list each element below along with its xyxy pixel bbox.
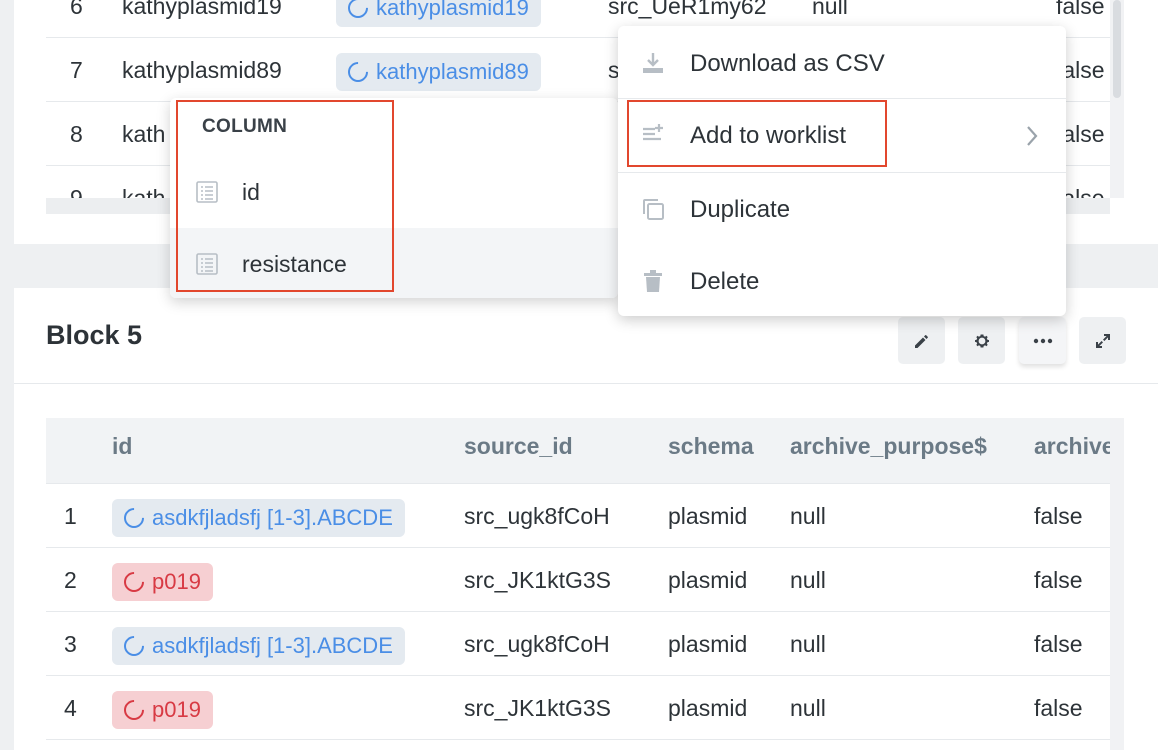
row-archive-purpose: null [790,567,826,593]
submenu-heading: COLUMN [202,116,288,137]
block-5-table: id source_id schema archive_purpose$ arc… [46,418,1110,750]
table-row[interactable]: 4 p019 src_JK1ktG3S plasmid null false [46,676,1110,740]
table-header: id source_id schema archive_purpose$ arc… [46,418,1110,484]
row-schema: plasmid [668,567,748,593]
row-archive-purpose: null [790,503,826,529]
menu-divider [618,172,1066,173]
row-number: 6 [70,0,83,19]
column-option-id[interactable]: id [170,156,618,228]
row-number: 3 [64,631,77,657]
column-option-resistance[interactable]: resistance [170,228,618,298]
row-name: kathyplasmid19 [122,0,282,19]
row-archive-purpose: null [790,631,826,657]
menu-item-label: Add to worklist [690,122,847,149]
row-archive: false [1034,695,1083,721]
gear-icon [974,334,989,347]
entity-chip-label: p019 [152,568,201,594]
block-title: Block 5 [46,320,143,350]
entity-ring-icon [343,57,373,87]
menu-item-duplicate[interactable]: Duplicate [618,174,1066,246]
column-header-archive-purpose[interactable]: archive_purpose$ [790,418,987,484]
list-icon [196,181,218,208]
menu-item-label: Download as CSV [690,50,885,77]
row-number: 9 [70,185,83,198]
menu-item-label: Delete [690,268,760,295]
row-number: 8 [70,121,83,147]
table-row[interactable]: 1 asdkfjladsfj [1-3].ABCDE src_ugk8fCoH … [46,484,1110,548]
list-icon [196,253,218,280]
row-number: 7 [70,57,83,83]
row-archive: false [1034,631,1083,657]
entity-chip-label: p019 [152,696,201,722]
menu-item-download-csv[interactable]: Download as CSV [618,28,1066,100]
entity-ring-icon [119,695,149,725]
row-source-id: src_JK1ktG3S [464,695,611,721]
edit-button[interactable] [898,317,945,364]
row-schema: plasmid [668,631,748,657]
row-archive: false [1034,503,1083,529]
column-header-schema[interactable]: schema [668,418,754,484]
more-options-button[interactable] [1019,317,1066,364]
entity-chip[interactable]: p019 [112,690,213,729]
column-header-source-id[interactable]: source_id [464,418,573,484]
row-archive: false [1034,567,1083,593]
column-header-id[interactable]: id [112,418,132,484]
vertical-scrollbar[interactable] [1110,0,1124,198]
entity-chip[interactable]: kathyplasmid19 [336,0,541,27]
entity-chip-label: asdkfjladsfj [1-3].ABCDE [152,632,393,658]
table-row[interactable]: 3 asdkfjladsfj [1-3].ABCDE src_ugk8fCoH … [46,612,1110,676]
entity-ring-icon [119,503,149,533]
entity-ring-icon [119,567,149,597]
row-schema: plasmid [668,695,748,721]
entity-ring-icon [119,631,149,661]
menu-item-label: Duplicate [690,196,791,223]
pencil-icon [914,334,928,348]
menu-item-add-to-worklist[interactable]: Add to worklist [618,100,1066,172]
entity-chip-label: kathyplasmid19 [376,0,529,20]
column-submenu: COLUMN id resistance [170,98,618,298]
row-source-id: src_ugk8fCoH [464,503,610,529]
row-number: 1 [64,503,77,529]
more-icon [1033,338,1052,343]
row-number: 4 [64,695,77,721]
menu-divider [618,98,1066,99]
menu-item-delete[interactable]: Delete [618,246,1066,318]
block-actions-menu: Download as CSV Add to worklist Duplicat… [618,26,1066,316]
row-archive-purpose: null [790,695,826,721]
column-option-label: id [242,179,260,205]
entity-chip[interactable]: kathyplasmid89 [336,52,541,91]
duplicate-icon [640,196,666,227]
row-schema: plasmid [668,503,748,529]
row-name: kathyplasmid89 [122,57,282,83]
chevron-right-icon [1024,124,1040,153]
block-5-card: Block 5 id source_id schema archive_purp… [14,288,1158,750]
entity-chip[interactable]: p019 [112,562,213,601]
column-option-label: resistance [242,251,347,277]
expand-icon [1095,333,1110,348]
expand-button[interactable] [1079,317,1126,364]
row-name: kath [122,121,166,147]
settings-button[interactable] [958,317,1005,364]
entity-ring-icon [343,0,373,23]
row-source-id: src_JK1ktG3S [464,567,611,593]
scrollbar-thumb[interactable] [1113,0,1121,98]
add-list-icon [640,122,666,153]
entity-chip-label: asdkfjladsfj [1-3].ABCDE [152,504,393,530]
column-header-archive[interactable]: archive [1034,418,1110,484]
row-source-id: src_ugk8fCoH [464,631,610,657]
entity-chip[interactable]: asdkfjladsfj [1-3].ABCDE [112,498,405,537]
entity-chip[interactable]: asdkfjladsfj [1-3].ABCDE [112,626,405,665]
row-name: kath [122,185,166,198]
download-icon [640,50,666,81]
trash-icon [640,268,666,299]
row-number: 2 [64,567,77,593]
table-row[interactable]: 2 p019 src_JK1ktG3S plasmid null false [46,548,1110,612]
entity-chip-label: kathyplasmid89 [376,58,529,84]
vertical-scrollbar[interactable] [1110,418,1124,750]
